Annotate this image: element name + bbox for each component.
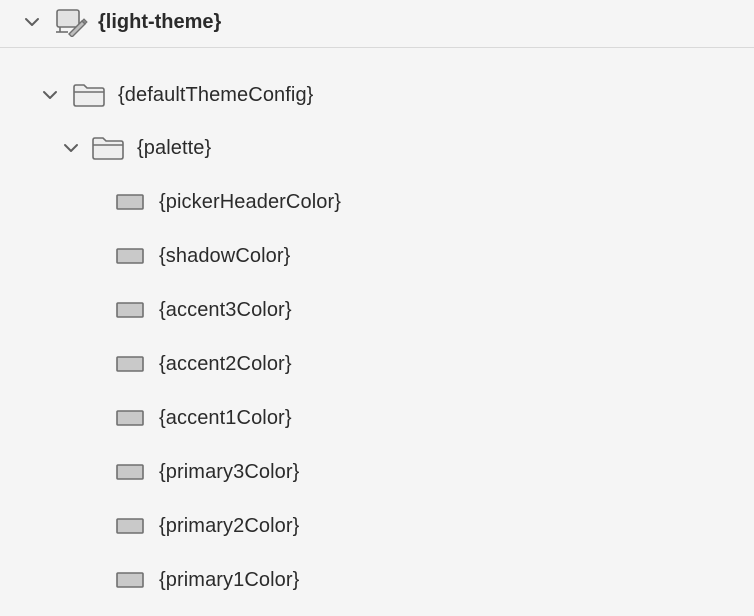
tree-item-label: {palette} (137, 136, 212, 159)
color-swatch-icon (116, 301, 144, 319)
color-swatch-icon (116, 409, 144, 427)
tree-item-label: {primary3Color} (159, 460, 300, 483)
color-swatch-icon (116, 517, 144, 535)
tree-item-label: {primary2Color} (159, 514, 300, 537)
tree-item-label: {defaultThemeConfig} (118, 83, 314, 106)
tree-item-color[interactable]: {accent1Color} (116, 398, 292, 438)
folder-icon (72, 82, 106, 108)
tree-item-color[interactable]: {primary2Color} (116, 506, 299, 546)
color-swatch-icon (116, 463, 144, 481)
color-swatch-icon (116, 571, 144, 589)
chevron-down-icon[interactable] (61, 138, 81, 158)
tree-item-default-theme-config[interactable]: {defaultThemeConfig} (40, 75, 313, 115)
theme-header-row[interactable]: {light-theme} (22, 2, 221, 42)
chevron-down-icon[interactable] (40, 85, 60, 105)
tree-item-color[interactable]: {accent2Color} (116, 344, 292, 384)
tree-item-label: {shadowColor} (159, 244, 291, 267)
tree-item-color[interactable]: {primary1Color} (116, 560, 299, 600)
color-swatch-icon (116, 193, 144, 211)
tree-item-label: {primary1Color} (159, 568, 300, 591)
tree-item-label: {pickerHeaderColor} (159, 190, 341, 213)
color-swatch-icon (116, 355, 144, 373)
theme-header: {light-theme} (0, 0, 754, 48)
tree-item-color[interactable]: {pickerHeaderColor} (116, 182, 341, 222)
tree-item-color[interactable]: {accent3Color} (116, 290, 292, 330)
theme-panel: {light-theme} {defaultThemeConfig} {pale… (0, 0, 754, 616)
tree-item-palette[interactable]: {palette} (61, 128, 211, 168)
tree-item-label: {accent1Color} (159, 406, 292, 429)
tree-item-label: {accent2Color} (159, 352, 292, 375)
folder-icon (91, 135, 125, 161)
tree-item-color[interactable]: {primary3Color} (116, 452, 299, 492)
chevron-down-icon[interactable] (22, 12, 42, 32)
color-swatch-icon (116, 247, 144, 265)
theme-icon (54, 7, 88, 37)
tree-item-color[interactable]: {shadowColor} (116, 236, 290, 276)
theme-title: {light-theme} (98, 10, 222, 33)
tree-item-label: {accent3Color} (159, 298, 292, 321)
